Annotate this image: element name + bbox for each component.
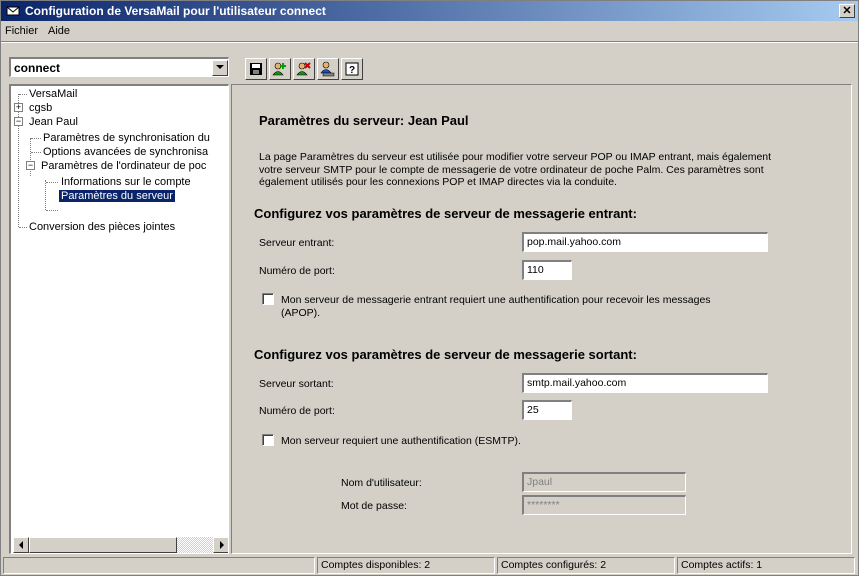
outgoing-port-input[interactable]: 25	[522, 400, 572, 420]
envelope-icon	[5, 4, 21, 18]
status-configured-accounts: Comptes configurés: 2	[497, 557, 675, 574]
outgoing-server-input[interactable]: smtp.mail.yahoo.com	[522, 373, 768, 393]
tree-line	[31, 152, 41, 153]
title-bar: Configuration de VersaMail pour l'utilis…	[1, 1, 858, 21]
tree-line	[19, 227, 27, 228]
close-button[interactable]: ✕	[839, 4, 855, 18]
tree-item-versamail[interactable]: VersaMail	[29, 87, 77, 101]
tree-line	[30, 138, 31, 176]
status-available-accounts: Comptes disponibles: 2	[317, 557, 495, 574]
scroll-thumb[interactable]	[29, 537, 177, 553]
menu-file[interactable]: Fichier	[5, 25, 38, 37]
add-account-icon[interactable]	[269, 58, 291, 80]
scroll-right-icon[interactable]	[213, 537, 228, 553]
server-settings-panel: Paramètres du serveur: Jean Paul La page…	[231, 84, 852, 554]
help-icon[interactable]: ?	[341, 58, 363, 80]
tree-item-cgsb[interactable]: cgsb	[29, 101, 52, 115]
collapse-icon[interactable]: −	[26, 161, 35, 170]
password-label: Mot de passe:	[341, 500, 407, 512]
page-title: Paramètres du serveur: Jean Paul	[259, 113, 469, 128]
esmtp-auth-checkbox[interactable]	[262, 434, 274, 446]
user-settings-icon[interactable]	[317, 58, 339, 80]
tree-line	[45, 180, 46, 210]
tree-item-attachment-conversion[interactable]: Conversion des pièces jointes	[29, 220, 175, 234]
tree-line	[18, 94, 19, 227]
apop-auth-label[interactable]: Mon serveur de messagerie entrant requie…	[281, 294, 751, 319]
incoming-server-label: Serveur entrant:	[259, 237, 335, 249]
apop-auth-checkbox[interactable]	[262, 293, 274, 305]
chevron-down-icon[interactable]	[212, 59, 228, 76]
status-bar: Comptes disponibles: 2 Comptes configuré…	[1, 556, 858, 575]
status-pane-empty	[3, 557, 315, 574]
outgoing-port-label: Numéro de port:	[259, 405, 335, 417]
tree-item-account-info[interactable]: Informations sur le compte	[61, 175, 191, 189]
toolbar: ?	[245, 58, 365, 80]
tree-item-server-settings[interactable]: Paramètres du serveur	[58, 189, 176, 203]
menu-bar: Fichier Aide	[1, 21, 858, 40]
scroll-left-icon[interactable]	[13, 537, 29, 553]
account-dropdown-value: connect	[14, 60, 61, 75]
incoming-port-input[interactable]: 110	[522, 260, 572, 280]
tree-item-sync-settings[interactable]: Paramètres de synchronisation du	[43, 131, 210, 145]
collapse-icon[interactable]: −	[14, 117, 23, 126]
menu-help[interactable]: Aide	[48, 25, 70, 37]
scroll-track[interactable]	[177, 537, 213, 553]
tree-horizontal-scrollbar[interactable]	[13, 537, 228, 553]
tree-line	[19, 94, 27, 95]
menu-separator	[1, 41, 858, 43]
tree-item-jean-paul[interactable]: Jean Paul	[29, 115, 78, 129]
incoming-section-title: Configurez vos paramètres de serveur de …	[254, 206, 637, 221]
save-icon[interactable]	[245, 58, 267, 80]
delete-account-icon[interactable]	[293, 58, 315, 80]
account-dropdown[interactable]: connect	[9, 57, 229, 77]
username-input[interactable]: Jpaul	[522, 472, 686, 492]
expand-icon[interactable]: +	[14, 103, 23, 112]
versamail-config-window: Configuration de VersaMail pour l'utilis…	[0, 0, 859, 576]
incoming-port-label: Numéro de port:	[259, 265, 335, 277]
tree-item-advanced-sync[interactable]: Options avancées de synchronisa	[43, 145, 208, 159]
outgoing-server-label: Serveur sortant:	[259, 378, 334, 390]
username-label: Nom d'utilisateur:	[341, 477, 422, 489]
incoming-server-input[interactable]: pop.mail.yahoo.com	[522, 232, 768, 252]
password-input[interactable]: ********	[522, 495, 686, 515]
status-active-accounts: Comptes actifs: 1	[677, 557, 855, 574]
navigation-tree[interactable]: VersaMail + cgsb − Jean Paul Paramètres …	[9, 84, 229, 554]
svg-text:?: ?	[349, 65, 355, 76]
tree-line	[46, 182, 58, 183]
tree-line	[46, 210, 58, 211]
outgoing-section-title: Configurez vos paramètres de serveur de …	[254, 347, 637, 362]
esmtp-auth-label[interactable]: Mon serveur requiert une authentificatio…	[281, 435, 521, 448]
window-title: Configuration de VersaMail pour l'utilis…	[25, 4, 326, 18]
page-description: La page Paramètres du serveur est utilis…	[259, 151, 772, 188]
tree-item-handheld-settings[interactable]: Paramètres de l'ordinateur de poc	[41, 159, 206, 173]
tree-line	[31, 138, 41, 139]
